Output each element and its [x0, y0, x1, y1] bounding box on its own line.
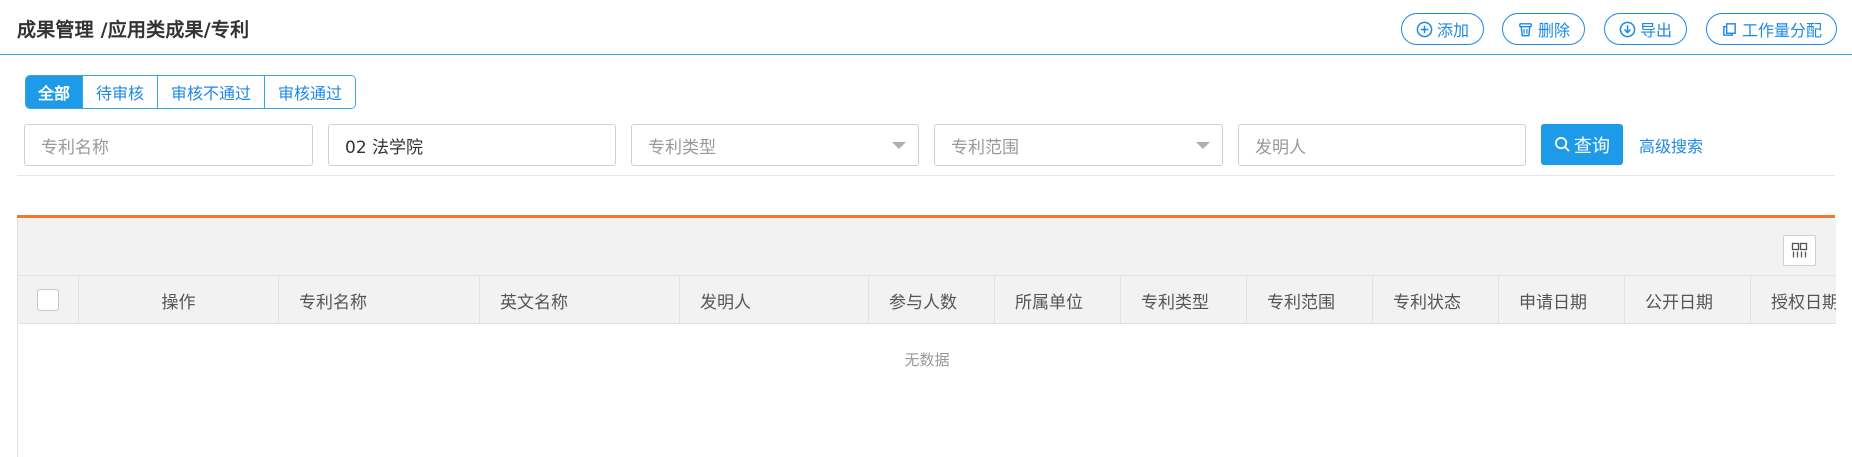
page-header: 成果管理 /应用类成果/专利 添加 删除 导出 工作量分配 — [0, 0, 1852, 55]
advanced-search-link[interactable]: 高级搜索 — [1639, 133, 1703, 157]
tab-pending-review[interactable]: 待审核 — [82, 76, 158, 108]
inventor-placeholder: 发明人 — [1255, 137, 1306, 158]
delete-button-label: 删除 — [1538, 21, 1571, 40]
tab-all[interactable]: 全部 — [26, 76, 83, 108]
column-header[interactable]: 申请日期 — [1499, 276, 1625, 324]
trash-icon — [1519, 22, 1532, 36]
column-header[interactable]: 发明人 — [680, 276, 869, 324]
table-header: 操作 专利名称 英文名称 发明人 参与人数 所属单位 专利类型 专利范围 专利状… — [18, 276, 1836, 324]
column-header[interactable]: 专利状态 — [1373, 276, 1499, 324]
delete-button[interactable]: 删除 — [1502, 13, 1586, 45]
patent-name-input[interactable]: 专利名称 — [24, 124, 313, 166]
query-button[interactable]: 查询 — [1541, 124, 1623, 165]
query-button-label: 查询 — [1574, 135, 1610, 157]
column-header[interactable]: 参与人数 — [869, 276, 995, 324]
column-header[interactable]: 授权日期 — [1751, 276, 1836, 324]
column-header[interactable]: 操作 — [79, 276, 279, 324]
divider — [17, 175, 1835, 176]
patent-type-select[interactable]: 专利类型 — [631, 124, 919, 166]
column-settings-button[interactable] — [1783, 235, 1816, 266]
export-button[interactable]: 导出 — [1604, 13, 1688, 45]
search-icon — [1555, 137, 1570, 152]
add-button[interactable]: 添加 — [1401, 13, 1485, 45]
patent-scope-placeholder: 专利范围 — [951, 137, 1019, 158]
plus-circle-icon — [1416, 21, 1433, 37]
column-header[interactable]: 专利范围 — [1247, 276, 1373, 324]
workload-allocation-label: 工作量分配 — [1742, 21, 1823, 40]
workload-allocation-button[interactable]: 工作量分配 — [1706, 13, 1838, 45]
column-header[interactable]: 所属单位 — [995, 276, 1121, 324]
college-input[interactable]: 02 法学院 — [328, 124, 616, 166]
tab-review-failed[interactable]: 审核不通过 — [157, 76, 265, 108]
status-tabs: 全部 待审核 审核不通过 审核通过 — [25, 75, 357, 109]
select-all-checkbox[interactable] — [37, 289, 59, 311]
columns-icon — [1791, 242, 1808, 258]
column-header[interactable]: 英文名称 — [480, 276, 680, 324]
page-title: 成果管理 /应用类成果/专利 — [17, 19, 250, 41]
chevron-down-icon — [892, 142, 906, 149]
table-toolbar — [18, 218, 1836, 276]
export-button-label: 导出 — [1640, 21, 1673, 40]
add-button-label: 添加 — [1437, 21, 1470, 40]
college-value: 02 法学院 — [345, 137, 424, 158]
download-circle-icon — [1619, 21, 1636, 37]
patent-table: 操作 专利名称 英文名称 发明人 参与人数 所属单位 专利类型 专利范围 专利状… — [17, 218, 1836, 457]
copy-icon — [1723, 22, 1736, 36]
chevron-down-icon — [1196, 142, 1210, 149]
patent-name-placeholder: 专利名称 — [41, 137, 109, 158]
column-header[interactable]: 专利类型 — [1121, 276, 1247, 324]
patent-type-placeholder: 专利类型 — [648, 137, 716, 158]
column-header[interactable]: 专利名称 — [279, 276, 480, 324]
select-all-cell — [18, 276, 79, 324]
column-header[interactable]: 公开日期 — [1625, 276, 1751, 324]
empty-state-text: 无数据 — [904, 351, 950, 369]
tab-review-passed[interactable]: 审核通过 — [264, 76, 356, 108]
inventor-input[interactable]: 发明人 — [1238, 124, 1526, 166]
patent-scope-select[interactable]: 专利范围 — [934, 124, 1223, 166]
